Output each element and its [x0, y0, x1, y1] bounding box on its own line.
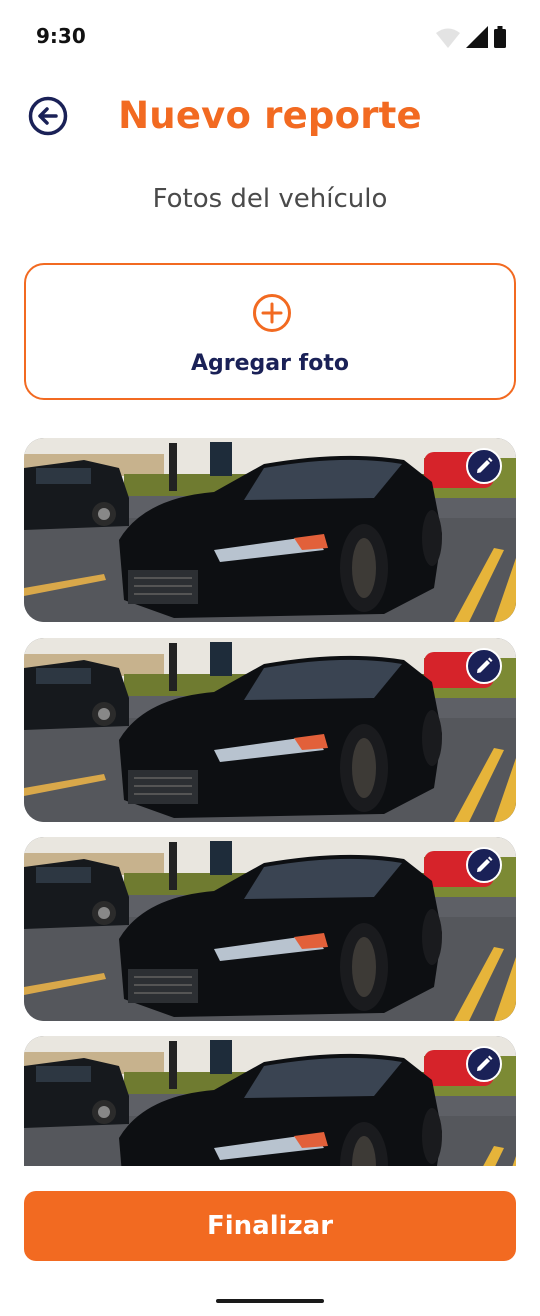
edit-pencil-icon: [477, 856, 493, 872]
photo-list[interactable]: [24, 438, 516, 1166]
wifi-icon: [436, 28, 460, 48]
status-icons: [436, 26, 506, 48]
car-photo: [24, 638, 516, 822]
add-photo-label: Agregar foto: [191, 351, 349, 376]
edit-photo-button[interactable]: [466, 847, 502, 883]
edit-photo-button[interactable]: [466, 448, 502, 484]
photo-card[interactable]: [24, 438, 516, 622]
page-title: Nuevo reporte: [118, 94, 422, 137]
status-time: 9:30: [36, 24, 86, 48]
battery-icon: [494, 26, 506, 48]
section-subtitle: Fotos del vehículo: [152, 184, 388, 214]
car-photo: [24, 837, 516, 1021]
car-photo: [24, 1036, 516, 1166]
finalize-button[interactable]: Finalizar: [24, 1191, 516, 1261]
home-indicator: [216, 1299, 324, 1303]
status-bar: 9:30: [0, 0, 540, 72]
edit-photo-button[interactable]: [466, 1046, 502, 1082]
photo-card[interactable]: [24, 837, 516, 1021]
car-photo: [24, 438, 516, 622]
edit-pencil-icon: [477, 457, 493, 473]
photo-card[interactable]: [24, 638, 516, 822]
add-photo-button[interactable]: Agregar foto: [24, 263, 516, 400]
photo-card[interactable]: [24, 1036, 516, 1166]
plus-circle-icon: [253, 294, 291, 332]
edit-pencil-icon: [477, 1055, 493, 1071]
header: Nuevo reporte: [0, 88, 540, 148]
signal-icon: [466, 26, 488, 48]
edit-photo-button[interactable]: [466, 648, 502, 684]
edit-pencil-icon: [477, 657, 493, 673]
